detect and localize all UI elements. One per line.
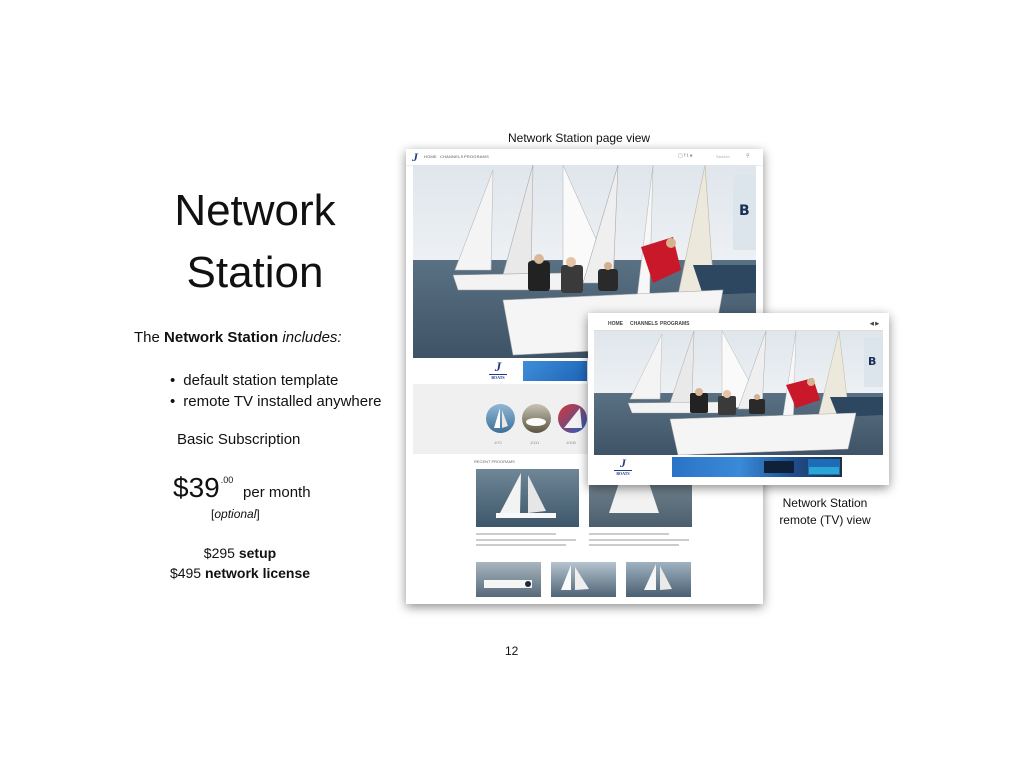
page-number: 12 — [505, 644, 519, 658]
channel-label: J/111 — [530, 440, 540, 445]
mock-logo: J — [412, 150, 418, 164]
jb-letter: J — [494, 359, 502, 374]
tv-banner-band: J BOATS — [594, 455, 883, 479]
mock-nav-programs: PROGRAMS — [464, 154, 489, 159]
tv-jb-boats: BOATS — [614, 470, 632, 477]
program-thumb — [476, 469, 579, 527]
mock-sponsor-banner — [523, 361, 587, 381]
channel-thumb — [486, 404, 515, 433]
svg-text:B: B — [739, 203, 750, 219]
caption-line — [476, 544, 566, 546]
channel-thumb-image — [494, 408, 508, 428]
caption-line — [476, 539, 576, 541]
tv-view-screenshot: HOME CHANNELS PROGRAMS ◀ ▶ B J BOATS — [588, 313, 889, 485]
slide-title-line2: Station — [186, 248, 324, 297]
tv-hero-image: B — [594, 331, 883, 455]
slide-title-line1: Network — [174, 186, 336, 235]
license-fee: $495 network license — [140, 563, 340, 583]
setup-label: setup — [238, 545, 277, 561]
tv-sponsor-graphic — [764, 459, 840, 475]
mock-recent-label: RECENT PROGRAMS — [474, 459, 515, 464]
optional-note: [optional] — [211, 507, 260, 521]
mock-search-icon: ⚲ — [746, 153, 750, 159]
license-label: network license — [205, 565, 311, 581]
tv-caption-line1: Network Station — [782, 496, 868, 510]
optional-text: optional — [214, 507, 257, 521]
caption-line — [589, 533, 669, 535]
jb-boats: BOATS — [489, 374, 507, 381]
channel-label: J/70 — [494, 440, 502, 445]
includes-bold: Network Station — [164, 329, 279, 346]
caption-line — [589, 544, 679, 546]
feature-item: default station template — [170, 370, 381, 391]
subscription-label: Basic Subscription — [177, 431, 301, 448]
mock-navbar: J HOME CHANNELS PROGRAMS ▢ f t ● Search … — [406, 149, 763, 166]
setup-amount: $295 — [203, 545, 235, 561]
channel-thumb-image — [564, 408, 582, 428]
program-thumb — [551, 562, 616, 597]
tv-jb-letter: J — [620, 456, 626, 470]
fees: $295 setup $495 network license — [140, 543, 340, 583]
program-thumb-image — [644, 564, 672, 590]
mock-nav-home: HOME — [424, 154, 437, 159]
license-amount: $495 — [169, 565, 202, 581]
tv-arrows: ◀ ▶ — [870, 321, 880, 327]
program-thumb-image — [484, 580, 532, 588]
slide-title: Network Station — [140, 180, 370, 304]
tv-sailing-photo: B — [594, 331, 883, 455]
svg-text:B: B — [868, 355, 876, 368]
mock-nav-channels: CHANNELS — [440, 154, 464, 159]
price-cents: .00 — [220, 475, 234, 485]
tv-nav-programs: PROGRAMS — [660, 321, 690, 327]
channel-label: J/105 — [566, 440, 576, 445]
tv-navbar: HOME CHANNELS PROGRAMS ◀ ▶ — [594, 319, 883, 331]
program-thumb — [626, 562, 691, 597]
channel-thumb — [522, 404, 551, 433]
includes-prefix: The — [134, 329, 160, 346]
channel-thumb — [558, 404, 587, 433]
price-main: $39 — [173, 472, 220, 503]
caption-line — [589, 539, 689, 541]
tv-nav-home: HOME — [608, 321, 623, 327]
tv-sponsor-banner — [672, 457, 842, 477]
tv-j-boats-logo: J BOATS — [614, 457, 632, 477]
feature-list: default station template remote TV insta… — [170, 370, 381, 412]
mock-social-icons: ▢ f t ● — [678, 153, 693, 159]
includes-italic: includes: — [282, 329, 342, 346]
mock-j-boats-logo: J BOATS — [489, 360, 507, 382]
program-thumb-image — [496, 473, 556, 518]
channel-thumb-image — [526, 418, 546, 426]
program-thumb-image — [561, 565, 589, 590]
setup-fee: $295 setup — [140, 543, 340, 563]
tv-view-caption: Network Station remote (TV) view — [770, 495, 880, 529]
price-period: per month — [243, 484, 311, 501]
tv-caption-line2: remote (TV) view — [779, 513, 871, 527]
page-view-caption: Network Station page view — [508, 131, 651, 145]
includes-line: The Network Station includes: — [134, 329, 342, 346]
mock-search-input: Search — [716, 154, 730, 159]
program-thumb — [476, 562, 541, 597]
tv-nav-channels: CHANNELS — [630, 321, 658, 327]
feature-item: remote TV installed anywhere — [170, 391, 381, 412]
price: $39.00 per month — [173, 472, 311, 504]
caption-line — [476, 533, 556, 535]
